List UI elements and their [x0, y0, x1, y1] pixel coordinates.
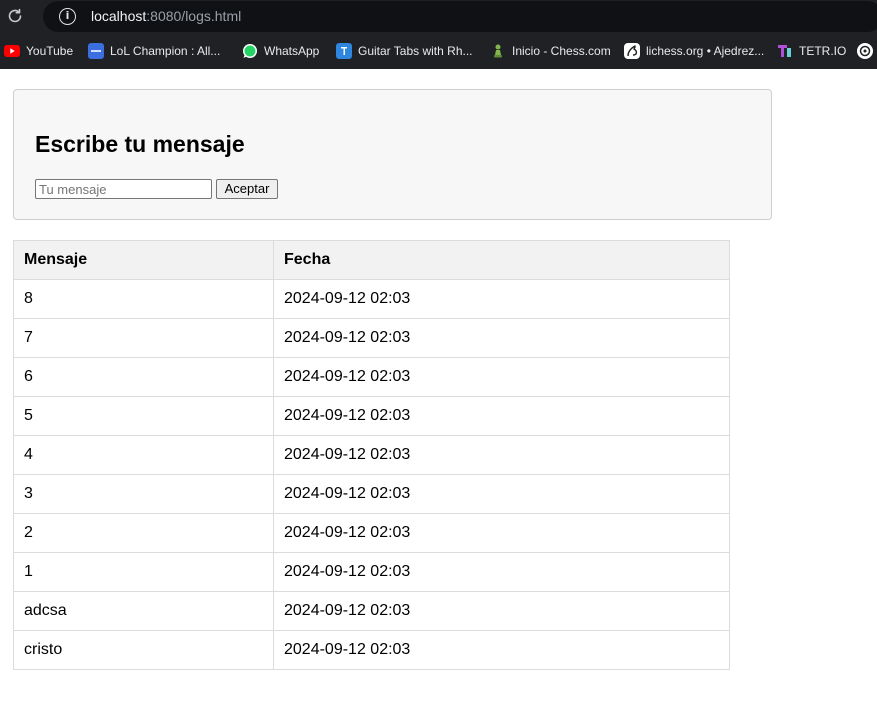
url-text[interactable]: localhost:8080/logs.html [91, 8, 241, 25]
browser-chrome: i localhost:8080/logs.html YouTube LoL C… [0, 0, 877, 69]
bookmark-label: Guitar Tabs with Rh... [358, 44, 473, 58]
cell-fecha: 2024-09-12 02:03 [273, 318, 730, 358]
bookmark-label: WhatsApp [264, 44, 320, 58]
guitar-tabs-icon [336, 43, 352, 59]
whatsapp-icon [242, 43, 258, 59]
cell-fecha: 2024-09-12 02:03 [273, 396, 730, 436]
cell-fecha: 2024-09-12 02:03 [273, 591, 730, 631]
cell-mensaje: 5 [13, 396, 274, 436]
bookmarks-bar: YouTube LoL Champion : All... WhatsApp G… [0, 36, 877, 66]
bookmark-label: lichess.org • Ajedrez... [646, 44, 765, 58]
youtube-icon [4, 43, 20, 59]
cell-fecha: 2024-09-12 02:03 [273, 435, 730, 475]
table-row: 8 2024-09-12 02:03 [13, 279, 730, 319]
cell-fecha: 2024-09-12 02:03 [273, 552, 730, 592]
column-header-mensaje: Mensaje [13, 240, 274, 280]
bookmark-label: TETR.IO [799, 44, 847, 58]
url-path: :8080/logs.html [146, 8, 242, 24]
table-row: 3 2024-09-12 02:03 [13, 474, 730, 514]
address-bar[interactable]: i localhost:8080/logs.html [43, 1, 877, 32]
bookmark-label: Inicio - Chess.com [512, 44, 611, 58]
cell-fecha: 2024-09-12 02:03 [273, 357, 730, 397]
bookmark-label: YouTube [26, 44, 74, 58]
cell-fecha: 2024-09-12 02:03 [273, 630, 730, 670]
lichess-icon [624, 43, 640, 59]
cell-mensaje: 3 [13, 474, 274, 514]
site-info-icon[interactable]: i [59, 8, 76, 25]
bookmark-tetrio[interactable]: TETR.IO [777, 42, 846, 60]
table-row: 7 2024-09-12 02:03 [13, 318, 730, 358]
form-title: Escribe tu mensaje [35, 131, 245, 157]
bookmark-whatsapp[interactable]: WhatsApp [242, 42, 319, 60]
cell-mensaje: 7 [13, 318, 274, 358]
cell-mensaje: 6 [13, 357, 274, 397]
table-row: cristo 2024-09-12 02:03 [13, 630, 730, 670]
cell-fecha: 2024-09-12 02:03 [273, 474, 730, 514]
messages-table: Mensaje Fecha 8 2024-09-12 02:03 7 2024-09… [13, 240, 730, 670]
tetrio-icon [777, 43, 793, 59]
cell-mensaje: 1 [13, 552, 274, 592]
table-row: 5 2024-09-12 02:03 [13, 396, 730, 436]
table-row: 4 2024-09-12 02:03 [13, 435, 730, 475]
column-header-fecha: Fecha [273, 240, 730, 280]
cell-mensaje: 2 [13, 513, 274, 553]
table-header-row: Mensaje Fecha [13, 240, 730, 280]
message-input[interactable] [35, 179, 212, 199]
cell-mensaje: 4 [13, 435, 274, 475]
bookmark-chess-com[interactable]: Inicio - Chess.com [490, 42, 611, 60]
lol-icon [88, 43, 104, 59]
chess-pawn-icon [490, 43, 506, 59]
bookmark-youtube[interactable]: YouTube [4, 42, 73, 60]
cell-fecha: 2024-09-12 02:03 [273, 513, 730, 553]
bookmark-guitar-tabs[interactable]: Guitar Tabs with Rh... [336, 42, 473, 60]
table-row: adcsa 2024-09-12 02:03 [13, 591, 730, 631]
bookmark-lichess[interactable]: lichess.org • Ajedrez... [624, 42, 764, 60]
cell-fecha: 2024-09-12 02:03 [273, 279, 730, 319]
url-host: localhost [91, 8, 147, 24]
cell-mensaje: cristo [13, 630, 274, 670]
cell-mensaje: adcsa [13, 591, 274, 631]
bookmark-lol-champion[interactable]: LoL Champion : All... [88, 42, 220, 60]
table-row: 6 2024-09-12 02:03 [13, 357, 730, 397]
reload-icon[interactable] [6, 7, 24, 25]
table-row: 1 2024-09-12 02:03 [13, 552, 730, 592]
message-form-card: Escribe tu mensaje Aceptar [13, 89, 772, 220]
openai-icon [857, 43, 873, 59]
cell-mensaje: 8 [13, 279, 274, 319]
bookmark-label: LoL Champion : All... [110, 44, 221, 58]
table-row: 2 2024-09-12 02:03 [13, 513, 730, 553]
bookmark-openai[interactable] [857, 42, 877, 60]
accept-button[interactable]: Aceptar [216, 179, 278, 199]
